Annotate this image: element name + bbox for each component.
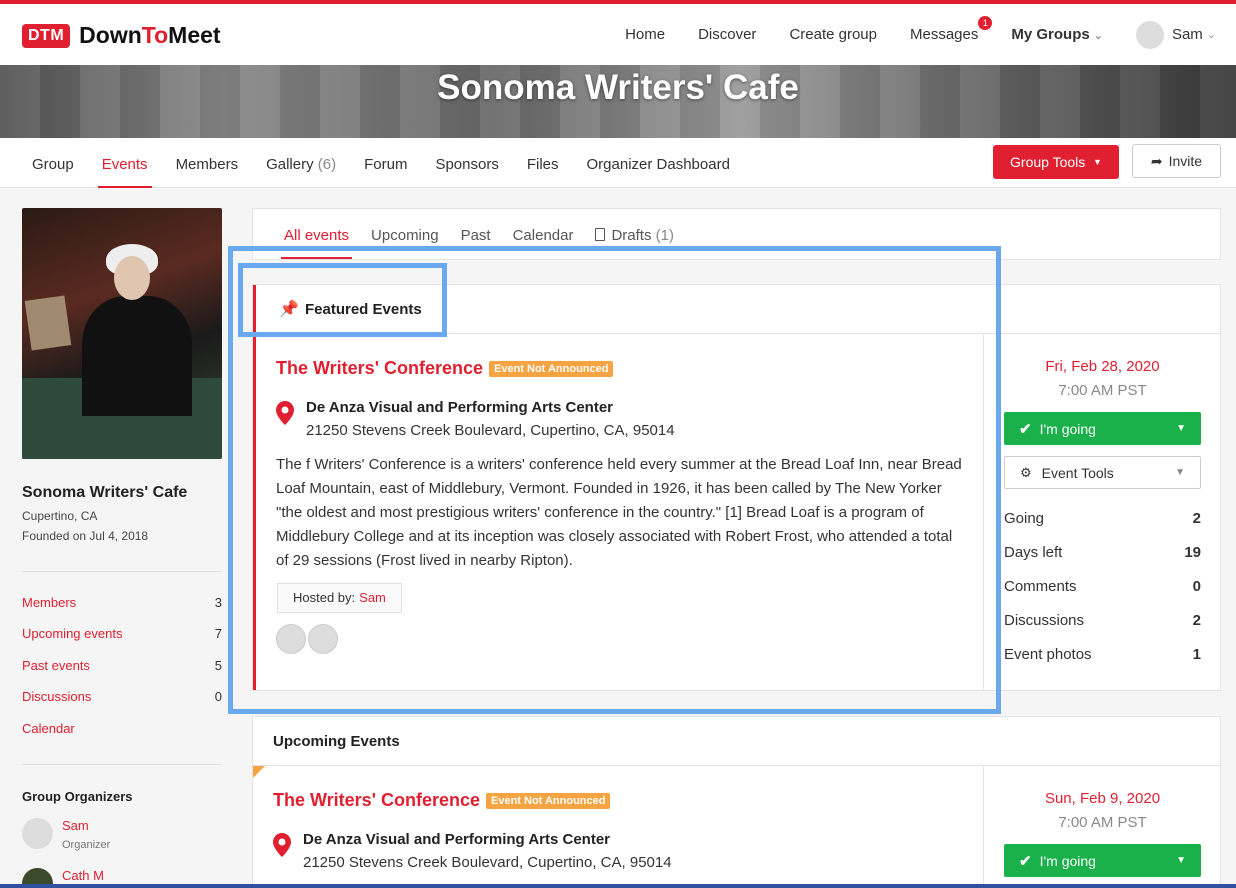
event-venue: De Anza Visual and Performing Arts Cente… xyxy=(273,831,672,871)
nav-messages[interactable]: Messages 1 xyxy=(910,16,993,43)
nav-my-groups[interactable]: My Groups ⌄ xyxy=(1011,26,1103,43)
sidebar-founded: Founded on Jul 4, 2018 xyxy=(22,529,149,543)
sidebar-stat-calendar[interactable]: Calendar xyxy=(22,721,222,736)
tab-drafts[interactable]: Drafts (1) xyxy=(584,209,685,259)
tab-events[interactable]: Events xyxy=(88,138,162,188)
location-pin-icon xyxy=(276,401,294,425)
check-icon: ✔ xyxy=(1019,420,1032,438)
avatar[interactable] xyxy=(308,624,338,654)
event-time: 7:00 AM PST xyxy=(1058,814,1147,831)
nav-discover[interactable]: Discover xyxy=(698,26,756,43)
tab-organizer-dashboard[interactable]: Organizer Dashboard xyxy=(573,138,744,188)
chevron-down-icon: ⌄ xyxy=(1206,29,1216,41)
document-icon xyxy=(595,228,606,241)
upcoming-heading: Upcoming Events xyxy=(273,733,400,750)
stat-going: Going 2 xyxy=(1004,510,1201,527)
event-venue: De Anza Visual and Performing Arts Cente… xyxy=(276,399,675,439)
im-going-button[interactable]: ✔ I'm going ▼ xyxy=(1004,844,1201,877)
user-menu[interactable]: Sam ⌄ xyxy=(1135,20,1216,49)
sidebar-group-name: Sonoma Writers' Cafe xyxy=(22,484,188,501)
nav-create-group[interactable]: Create group xyxy=(789,26,877,43)
bottom-edge xyxy=(0,884,1236,888)
caret-down-icon: ▼ xyxy=(1176,423,1186,434)
host-link[interactable]: Sam xyxy=(359,590,386,605)
caret-down-icon: ▼ xyxy=(1093,157,1102,167)
stat-days-left: Days left 19 xyxy=(1004,544,1201,561)
group-title: Sonoma Writers' Cafe xyxy=(437,68,799,107)
share-arrow-icon: ➦ xyxy=(1150,152,1163,169)
sidebar-stat-past[interactable]: Past events 5 xyxy=(22,658,222,673)
status-badge: Event Not Announced xyxy=(486,792,611,809)
tab-files[interactable]: Files xyxy=(513,138,573,188)
featured-events-card: 📌 Featured Events The Writers' Conferenc… xyxy=(252,284,1221,691)
im-going-button[interactable]: ✔ I'm going ▼ xyxy=(1004,412,1201,445)
stat-comments: Comments 0 xyxy=(1004,578,1201,595)
tab-gallery[interactable]: Gallery (6) xyxy=(252,138,350,188)
event-title-link[interactable]: The Writers' Conference xyxy=(276,358,483,379)
tab-calendar[interactable]: Calendar xyxy=(502,209,585,259)
organizers-title: Group Organizers xyxy=(22,789,133,804)
event-date: Sun, Feb 9, 2020 xyxy=(1044,790,1161,807)
tab-group[interactable]: Group xyxy=(18,138,88,188)
upcoming-event: The Writers' Conference Event Not Announ… xyxy=(253,766,984,888)
organizer-item[interactable]: Sam Organizer xyxy=(22,818,110,851)
logo-text: DownToMeet xyxy=(79,22,221,48)
invite-button[interactable]: ➦ Invite xyxy=(1132,144,1221,178)
event-tabs-card: All events Upcoming Past Calendar Drafts… xyxy=(252,208,1221,260)
avatar xyxy=(22,818,53,849)
featured-event-sidebar: Fri, Feb 28, 2020 7:00 AM PST ✔ I'm going… xyxy=(1004,334,1201,691)
stat-event-photos: Event photos 1 xyxy=(1004,646,1201,663)
event-time: 7:00 AM PST xyxy=(1058,382,1147,399)
attendee-avatars xyxy=(276,624,340,654)
avatar[interactable] xyxy=(276,624,306,654)
pin-icon: 📌 xyxy=(279,301,299,318)
messages-badge: 1 xyxy=(978,16,993,30)
event-tools-button[interactable]: ⚙ Event Tools ▼ xyxy=(1004,456,1201,489)
tab-past[interactable]: Past xyxy=(450,209,502,259)
avatar xyxy=(1135,20,1164,49)
top-navbar: DTM DownToMeet Home Discover Create grou… xyxy=(0,4,1236,65)
tab-upcoming[interactable]: Upcoming xyxy=(360,209,450,259)
event-date: Fri, Feb 28, 2020 xyxy=(1045,358,1160,375)
featured-event: The Writers' Conference Event Not Announ… xyxy=(256,334,984,691)
caret-down-icon: ▼ xyxy=(1175,467,1185,478)
sidebar-location: Cupertino, CA xyxy=(22,509,98,523)
status-badge: Event Not Announced xyxy=(489,360,614,377)
featured-heading: Featured Events xyxy=(305,301,422,318)
gear-icon: ⚙ xyxy=(1020,464,1032,480)
app-logo[interactable]: DTM DownToMeet xyxy=(22,22,221,49)
tab-forum[interactable]: Forum xyxy=(350,138,421,188)
tab-members[interactable]: Members xyxy=(162,138,253,188)
tab-all-events[interactable]: All events xyxy=(273,209,360,259)
logo-badge: DTM xyxy=(22,23,71,48)
event-title-link[interactable]: The Writers' Conference xyxy=(273,790,480,811)
divider xyxy=(22,764,221,765)
sidebar-stat-discussions[interactable]: Discussions 0 xyxy=(22,689,222,704)
sidebar-stat-members[interactable]: Members 3 xyxy=(22,595,222,610)
group-photo[interactable] xyxy=(22,208,222,459)
tab-sponsors[interactable]: Sponsors xyxy=(421,138,512,188)
group-subnav: Group Events Members Gallery (6) Forum S… xyxy=(0,138,1236,188)
check-icon: ✔ xyxy=(1019,852,1032,870)
caret-down-icon: ▼ xyxy=(1176,855,1186,866)
upcoming-event-sidebar: Sun, Feb 9, 2020 7:00 AM PST ✔ I'm going ▼ xyxy=(1004,766,1201,888)
user-name: Sam xyxy=(1171,26,1203,43)
event-description: The f Writers' Conference is a writers' … xyxy=(276,456,962,569)
stat-discussions: Discussions 2 xyxy=(1004,612,1201,629)
main-nav: Home Discover Create group Messages 1 My … xyxy=(625,4,1236,65)
group-tools-button[interactable]: Group Tools ▼ xyxy=(993,145,1119,179)
location-pin-icon xyxy=(273,833,291,857)
divider xyxy=(22,571,221,572)
sidebar-stat-upcoming[interactable]: Upcoming events 7 xyxy=(22,626,222,641)
chevron-down-icon: ⌄ xyxy=(1093,30,1103,42)
nav-home[interactable]: Home xyxy=(625,26,665,43)
hosted-by: Hosted by: Sam xyxy=(277,583,402,613)
upcoming-events-card: Upcoming Events The Writers' Conference … xyxy=(252,716,1221,888)
